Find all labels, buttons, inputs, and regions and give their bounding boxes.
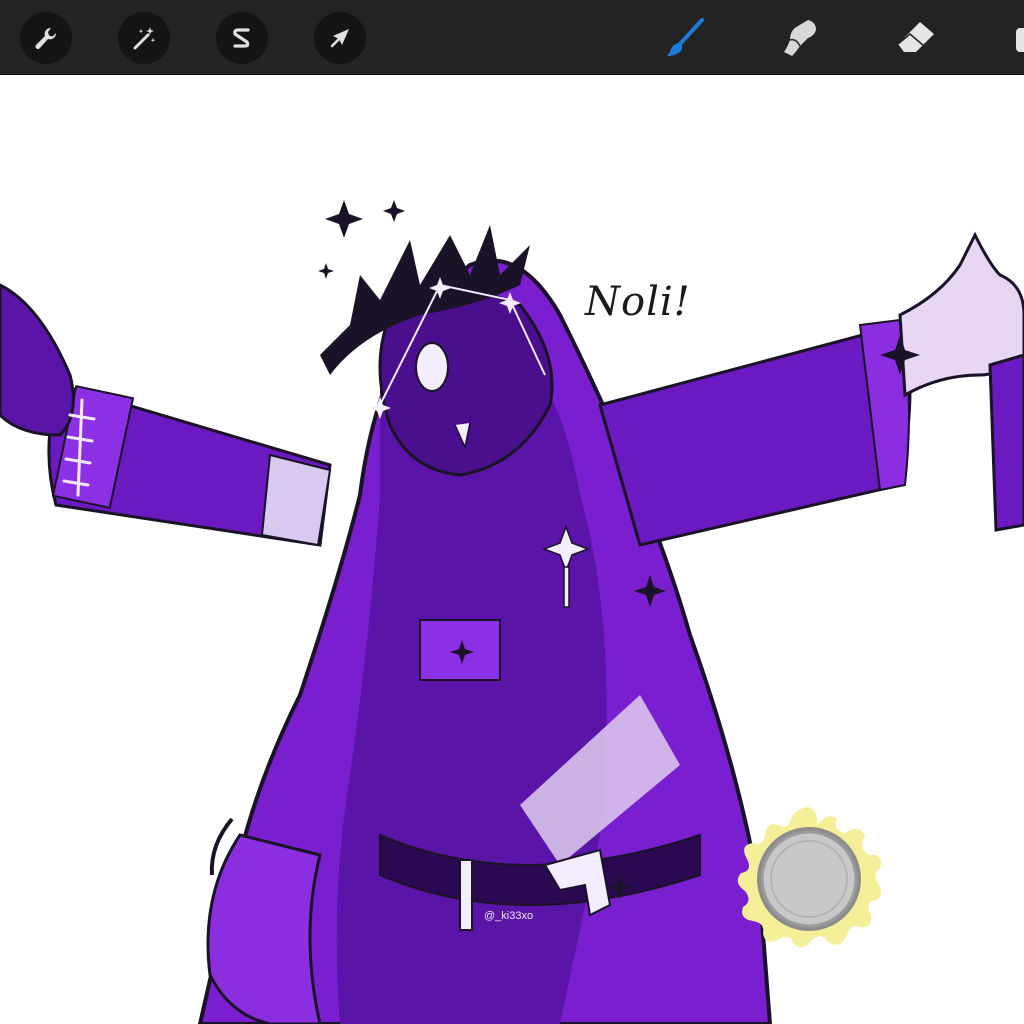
arrow-cursor-icon [330, 29, 349, 48]
adjustments-button[interactable] [118, 12, 170, 64]
layers-icon [1016, 28, 1024, 52]
drawing-canvas[interactable]: Noli! @_ki33xo [0, 75, 1024, 1024]
top-toolbar [0, 0, 1024, 75]
brush-tool-button[interactable] [660, 14, 708, 62]
wrench-icon [35, 27, 57, 49]
artist-signature: @_ki33xo [484, 910, 534, 922]
smudge-finger-icon [784, 20, 816, 56]
magic-wand-icon [133, 27, 156, 50]
actions-button[interactable] [20, 12, 72, 64]
caption-text: Noli! [585, 279, 691, 325]
color-picker-button[interactable] [733, 803, 885, 955]
eraser-icon [897, 22, 934, 52]
current-color-swatch [760, 830, 858, 928]
eraser-tool-button[interactable] [892, 14, 940, 62]
selection-s-icon [233, 28, 250, 48]
smudge-tool-button[interactable] [776, 14, 824, 62]
layers-tool-button[interactable] [1008, 14, 1024, 62]
selection-button[interactable] [216, 12, 268, 64]
transform-button[interactable] [314, 12, 366, 64]
brush-icon [667, 18, 704, 56]
